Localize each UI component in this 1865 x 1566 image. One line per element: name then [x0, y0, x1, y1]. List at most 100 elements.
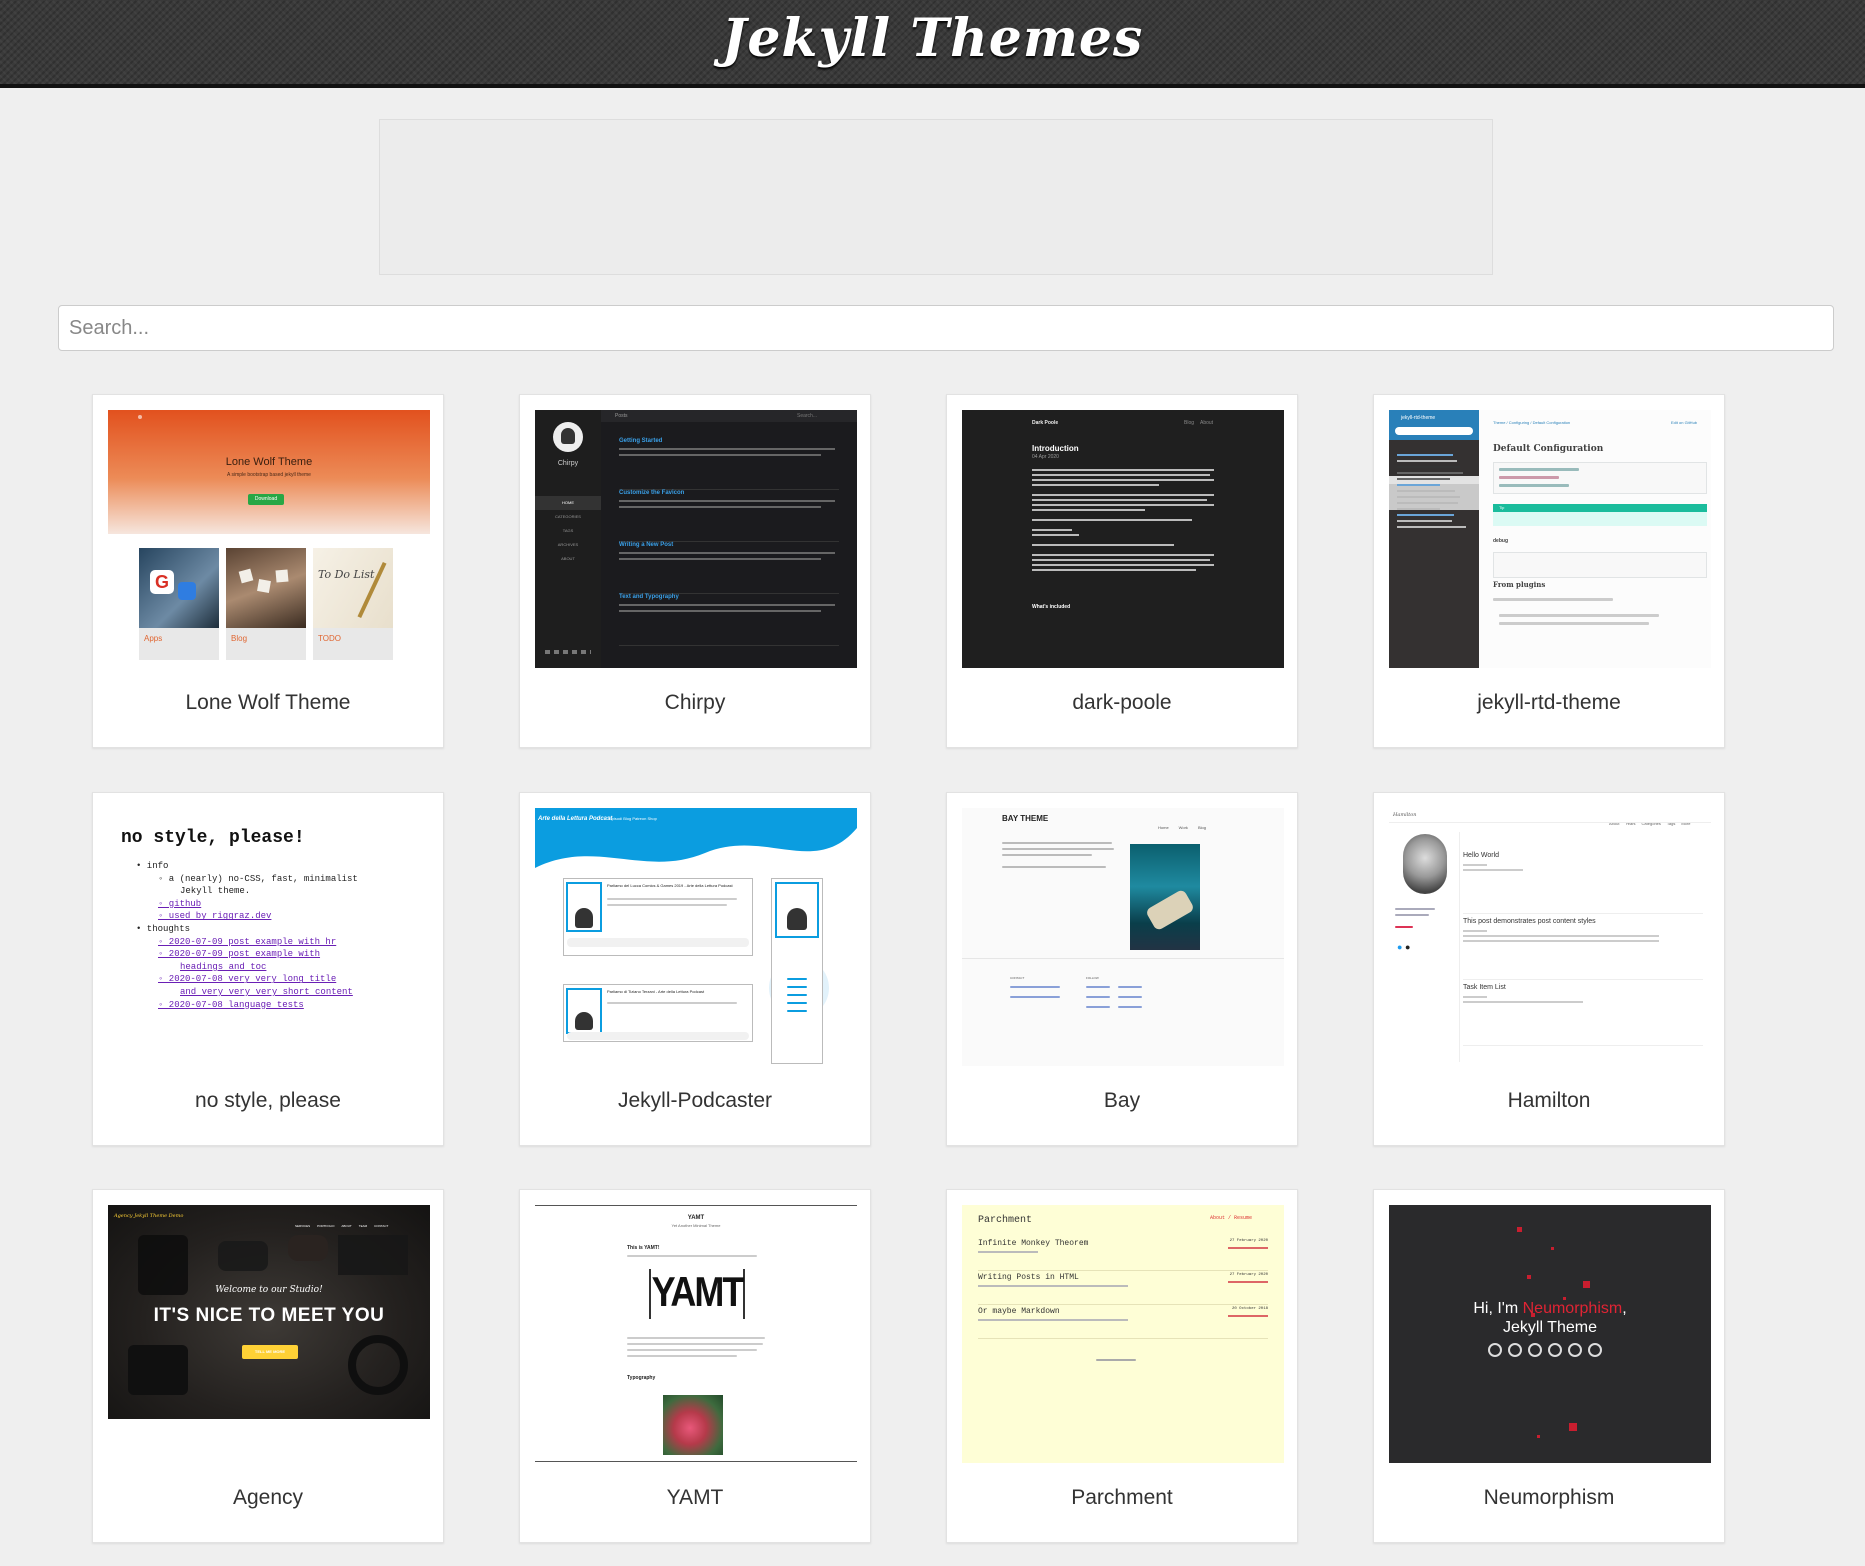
preview-sub-heading-2: From plugins	[1493, 580, 1545, 589]
preview-nav-item: ARCHIVES	[535, 538, 601, 552]
book-icon	[1548, 1343, 1562, 1357]
theme-name[interactable]: YAMT	[520, 1486, 870, 1510]
theme-preview-bay: BAY THEME Home Work Blog CONTACT FOLLOW	[962, 808, 1284, 1066]
preview-post-title: Introduction	[1032, 444, 1079, 453]
preview-post-date: 04 Apr 2020	[1032, 454, 1059, 460]
theme-card-parchment[interactable]: Parchment About / Resume Infinite Monkey…	[946, 1189, 1298, 1543]
theme-preview-jekyll-podcaster: Arte della Lettura Podcast Episodi Blog …	[535, 808, 857, 1066]
theme-name[interactable]: Chirpy	[520, 691, 870, 715]
preview-nav-item: SERVICES	[295, 1224, 310, 1228]
theme-name[interactable]: Parchment	[947, 1486, 1297, 1510]
twitter-icon	[1588, 1343, 1602, 1357]
preview-tile-label: TODO	[318, 634, 341, 643]
theme-card-neumorphism[interactable]: Hi, I'm Neumorphism, Jekyll Theme Neumor…	[1373, 1189, 1725, 1543]
preview-highlight: Neumorphism	[1523, 1300, 1623, 1317]
preview-nav-item: Work	[1179, 825, 1188, 830]
theme-card-yamt[interactable]: YAMT Yet Another Minimal Theme This is Y…	[519, 1189, 871, 1543]
preview-breadcrumb: Theme / Configuring / Default Configurat…	[1493, 420, 1570, 425]
theme-name[interactable]: no style, please	[93, 1089, 443, 1113]
preview-list-item: ◦ github	[136, 898, 426, 911]
theme-card-dark-poole[interactable]: Dark Poole Blog About Introduction 04 Ap…	[946, 394, 1298, 748]
preview-heading: Default Configuration	[1493, 444, 1603, 454]
preview-brand: Hamilton	[1393, 812, 1417, 818]
preview-post-title: Writing Posts in HTML	[978, 1273, 1079, 1282]
preview-welcome: Welcome to our Studio!	[108, 1285, 430, 1295]
preview-hero-subtitle: A simple bootstrap based jekyll theme	[108, 472, 430, 478]
theme-preview-chirpy: Chirpy HOME CATEGORIES TAGS ARCHIVES ABOUT P…	[535, 410, 857, 668]
theme-card-chirpy[interactable]: Chirpy HOME CATEGORIES TAGS ARCHIVES ABOUT P…	[519, 394, 871, 748]
theme-preview-lone-wolf: Lone Wolf Theme A simple bootstrap based…	[108, 410, 430, 668]
preview-post-title: Text and Typography	[619, 594, 839, 600]
preview-nav: About / Resume	[1210, 1215, 1252, 1221]
preview-nav-item: ABOUT	[535, 552, 601, 566]
preview-post-title: Writing a New Post	[619, 542, 839, 548]
preview-nav: Episodi Blog Patreon Shop	[609, 816, 657, 821]
theme-card-agency[interactable]: Agency Jekyll Theme Demo SERVICES PORTFOL…	[92, 1189, 444, 1543]
preview-post-title: Task Item List	[1463, 984, 1703, 991]
preview-list-item: ◦ 2020-07-08 language tests	[136, 999, 426, 1012]
preview-list-item: and very very very short content	[136, 986, 426, 999]
theme-card-lone-wolf[interactable]: Lone Wolf Theme A simple bootstrap based…	[92, 394, 444, 748]
theme-preview-no-style-please: no style, please! • info ◦ a (nearly) no-…	[108, 808, 430, 1066]
preview-list-item: ◦ a (nearly) no-CSS, fast, minimalist	[136, 873, 426, 886]
theme-card-hamilton[interactable]: Hamilton About Years Categories Tags More ● …	[1373, 792, 1725, 1146]
preview-sub-heading: debug	[1493, 538, 1508, 544]
preview-brand: Arte della Lettura Podcast	[538, 816, 612, 822]
theme-preview-agency: Agency Jekyll Theme Demo SERVICES PORTFOL…	[108, 1205, 430, 1463]
preview-post-title: Getting Started	[619, 438, 839, 444]
preview-brand: Dark Poole	[1032, 420, 1058, 426]
preview-nav-item: Home	[1158, 825, 1169, 830]
preview-list-item: Jekyll theme.	[136, 885, 426, 898]
preview-list-item: ◦ 2020-07-09 post example with hr	[136, 936, 426, 949]
preview-post-date: 27 February 2020	[1230, 1239, 1268, 1243]
preview-list-item: • info	[136, 860, 426, 873]
theme-card-bay[interactable]: BAY THEME Home Work Blog CONTACT FOLLOW Ba…	[946, 792, 1298, 1146]
theme-name[interactable]: Neumorphism	[1374, 1486, 1724, 1510]
theme-name[interactable]: Bay	[947, 1089, 1297, 1113]
theme-preview-dark-poole: Dark Poole Blog About Introduction 04 Ap…	[962, 410, 1284, 668]
site-title[interactable]: Jekyll Themes	[722, 8, 1144, 69]
preview-tile-label: Blog	[231, 634, 247, 643]
preview-post-title: Infinite Monkey Theorem	[978, 1239, 1088, 1248]
preview-footer-follow: FOLLOW	[1086, 976, 1099, 980]
globe-icon	[1528, 1343, 1542, 1357]
theme-preview-neumorphism: Hi, I'm Neumorphism, Jekyll Theme	[1389, 1205, 1711, 1463]
theme-name[interactable]: Lone Wolf Theme	[93, 691, 443, 715]
preview-nav-item: CONTACT	[374, 1224, 388, 1228]
preview-nav-item: ABOUT	[341, 1224, 351, 1228]
search-input[interactable]	[58, 305, 1834, 351]
theme-card-no-style-please[interactable]: no style, please! • info ◦ a (nearly) no-…	[92, 792, 444, 1146]
theme-name[interactable]: Jekyll-Podcaster	[520, 1089, 870, 1113]
preview-post-title: Customize the Favicon	[619, 490, 839, 496]
theme-card-jekyll-rtd-theme[interactable]: jekyll-rtd-theme Theme / Configuring / D…	[1373, 394, 1725, 748]
theme-preview-parchment: Parchment About / Resume Infinite Monkey…	[962, 1205, 1284, 1463]
preview-topbar-label: Posts	[615, 413, 628, 419]
linkedin-icon	[1568, 1343, 1582, 1357]
preview-tile-glyph: To Do List	[318, 568, 374, 581]
theme-preview-jekyll-rtd: jekyll-rtd-theme Theme / Configuring / D…	[1389, 410, 1711, 668]
preview-brand: Parchment	[978, 1215, 1032, 1226]
theme-name[interactable]: jekyll-rtd-theme	[1374, 691, 1724, 715]
preview-brand: YAMT	[535, 1215, 857, 1221]
theme-name[interactable]: Hamilton	[1374, 1089, 1724, 1113]
preview-list-item: ◦ 2020-07-09 post example with	[136, 948, 426, 961]
preview-nav-about: About	[1200, 420, 1213, 426]
preview-post-title: This post demonstrates post content styl…	[1463, 918, 1703, 925]
preview-list-item: headings and toc	[136, 961, 426, 974]
preview-nav-item: PORTFOLIO	[317, 1224, 334, 1228]
preview-site-name: Chirpy	[535, 460, 601, 467]
theme-name[interactable]: dark-poole	[947, 691, 1297, 715]
theme-name[interactable]: Agency	[93, 1486, 443, 1510]
preview-tile-label: Apps	[144, 634, 162, 643]
preview-search-label: Search...	[797, 413, 817, 419]
preview-nav-item: TEAM	[359, 1224, 367, 1228]
preview-episode-title: Parliamo del Lucca Comics & Games 2019 -…	[607, 883, 747, 888]
preview-download-button: Download	[248, 494, 284, 505]
theme-card-jekyll-podcaster[interactable]: Arte della Lettura Podcast Episodi Blog …	[519, 792, 871, 1146]
preview-cta-button: TELL ME MORE	[242, 1345, 298, 1359]
preview-nav-blog: Blog	[1184, 420, 1194, 426]
preview-edit-link: Edit on GitHub	[1671, 420, 1697, 425]
preview-list-item: • thoughts	[136, 923, 426, 936]
preview-footer-contact: CONTACT	[1010, 976, 1024, 980]
preview-hero-title: Lone Wolf Theme	[108, 456, 430, 468]
